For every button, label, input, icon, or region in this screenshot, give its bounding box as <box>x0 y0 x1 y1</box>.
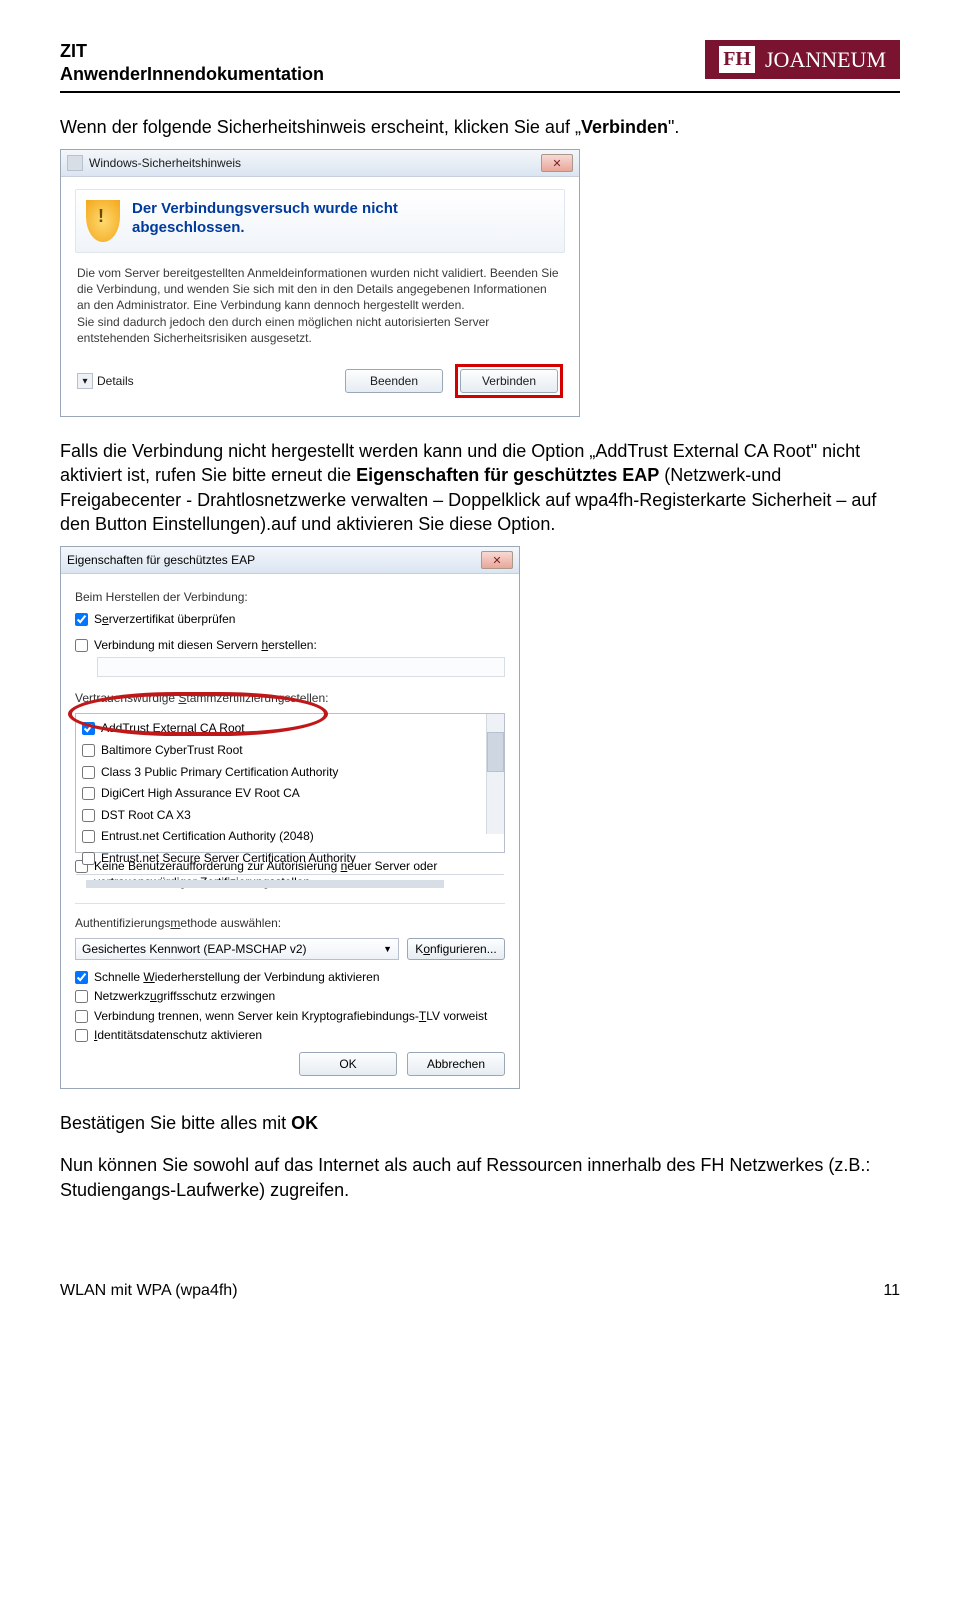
connect-servers-checkbox-input[interactable] <box>75 639 88 652</box>
listbox-scrollbar[interactable] <box>486 714 504 834</box>
dialog1-info: Die vom Server bereitgestellten Anmeldei… <box>75 253 565 356</box>
dialog1-title: Windows-Sicherheitshinweis <box>89 156 241 170</box>
listbox-hscroll[interactable] <box>76 874 504 892</box>
ok-button[interactable]: OK <box>299 1052 397 1076</box>
dialog2-title: Eigenschaften für geschütztes EAP <box>67 553 255 567</box>
server-cert-checkbox-input[interactable] <box>75 613 88 626</box>
nap-checkbox[interactable]: Netzwerkzugriffsschutz erzwingen <box>75 989 505 1005</box>
identity-privacy-checkbox[interactable]: Identitätsdatenschutz aktivieren <box>75 1028 505 1044</box>
ca-item-addtrust[interactable]: AddTrust External CA Root <box>76 720 504 738</box>
servers-input[interactable] <box>97 657 505 677</box>
connect-servers-checkbox[interactable]: Verbindung mit diesen Servern herstellen… <box>75 638 505 654</box>
auth-method-label: Authentifizierungsmethode auswählen: <box>75 916 505 930</box>
auth-method-select[interactable]: Gesichertes Kennwort (EAP-MSCHAP v2) ▼ <box>75 938 399 960</box>
ca-item[interactable]: Class 3 Public Primary Certification Aut… <box>76 764 504 782</box>
ca-item[interactable]: Entrust.net Certification Authority (204… <box>76 828 504 846</box>
ca-item[interactable]: DigiCert High Assurance EV Root CA <box>76 785 504 803</box>
dialog1-icon <box>67 155 83 171</box>
final-paragraph: Nun können Sie sowohl auf das Internet a… <box>60 1153 900 1202</box>
logo-fh: FH <box>719 46 755 73</box>
details-toggle[interactable]: ▾ Details <box>77 373 134 389</box>
mid-paragraph: Falls die Verbindung nicht hergestellt w… <box>60 439 900 536</box>
fh-joanneum-logo: FH JOANNEUM <box>705 40 900 79</box>
dialog2-titlebar: Eigenschaften für geschütztes EAP ✕ <box>61 547 519 574</box>
logo-brand: JOANNEUM <box>765 47 886 73</box>
close-icon[interactable]: ✕ <box>481 551 513 569</box>
ca-item[interactable]: DST Root CA X3 <box>76 807 504 825</box>
shield-warning-icon <box>86 200 120 242</box>
fast-reconnect-checkbox[interactable]: Schnelle Wiederherstellung der Verbindun… <box>75 970 505 986</box>
close-icon[interactable]: ✕ <box>541 154 573 172</box>
doc-title: ZIT AnwenderInnendokumentation <box>60 40 324 87</box>
warning-banner: Der Verbindungsversuch wurde nicht abges… <box>75 189 565 253</box>
banner-line1: Der Verbindungsversuch wurde nicht <box>132 200 398 219</box>
connect-section-label: Beim Herstellen der Verbindung: <box>75 590 505 604</box>
trusted-ca-listbox[interactable]: AddTrust External CA Root Baltimore Cybe… <box>75 713 505 853</box>
ca-item[interactable]: Baltimore CyberTrust Root <box>76 742 504 760</box>
intro-paragraph: Wenn der folgende Sicherheitshinweis ers… <box>60 115 900 139</box>
cancel-button[interactable]: Abbrechen <box>407 1052 505 1076</box>
trusted-ca-label: Vertrauenswürdige Stammzertifizierungsst… <box>75 691 505 705</box>
chevron-down-icon: ▾ <box>77 373 93 389</box>
dialog1-titlebar: Windows-Sicherheitshinweis ✕ <box>61 150 579 177</box>
page-header: ZIT AnwenderInnendokumentation FH JOANNE… <box>60 40 900 93</box>
verbinden-button[interactable]: Verbinden <box>460 369 558 393</box>
eap-properties-dialog: Eigenschaften für geschütztes EAP ✕ Beim… <box>60 546 520 1089</box>
beenden-button[interactable]: Beenden <box>345 369 443 393</box>
chevron-down-icon: ▼ <box>383 944 392 954</box>
footer-page-number: 11 <box>883 1282 900 1300</box>
banner-line2: abgeschlossen. <box>132 219 398 238</box>
page-footer: WLAN mit WPA (wpa4fh) 11 <box>60 1282 900 1300</box>
confirm-paragraph: Bestätigen Sie bitte alles mit OK <box>60 1111 900 1135</box>
header-line2: AnwenderInnendokumentation <box>60 63 324 86</box>
configure-button[interactable]: Konfigurieren... <box>407 938 505 960</box>
header-line1: ZIT <box>60 40 324 63</box>
footer-left: WLAN mit WPA (wpa4fh) <box>60 1282 238 1300</box>
server-cert-checkbox[interactable]: Serverzertifikat überprüfen <box>75 612 505 628</box>
verbinden-highlight: Verbinden <box>455 364 563 398</box>
security-warning-dialog: Windows-Sicherheitshinweis ✕ Der Verbind… <box>60 149 580 417</box>
cryptobinding-checkbox[interactable]: Verbindung trennen, wenn Server kein Kry… <box>75 1009 505 1025</box>
ca-item[interactable]: Entrust.net Secure Server Certification … <box>76 850 504 868</box>
